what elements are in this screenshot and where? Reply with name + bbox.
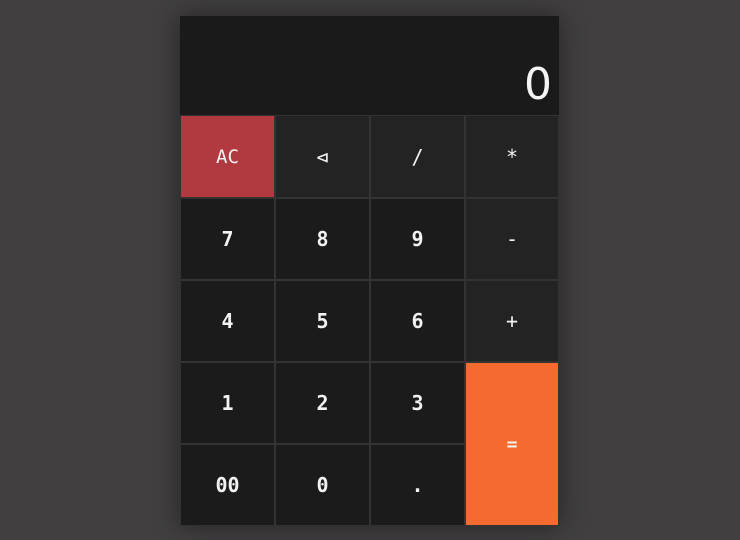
subtract-button[interactable]: -: [465, 198, 559, 280]
clear-button[interactable]: AC: [180, 115, 275, 198]
digit-3-button[interactable]: 3: [370, 362, 465, 444]
multiply-button[interactable]: *: [465, 115, 559, 198]
keypad: AC ⊲ / * 7 8 9 - 4 5 6 + 1 2 3 = 00 0 .: [180, 115, 559, 526]
digit-1-button[interactable]: 1: [180, 362, 275, 444]
divide-button[interactable]: /: [370, 115, 465, 198]
display-value: 0: [524, 59, 552, 110]
digit-7-button[interactable]: 7: [180, 198, 275, 280]
backspace-icon: ⊲: [316, 144, 329, 169]
display-panel: 0: [180, 16, 559, 115]
digit-5-button[interactable]: 5: [275, 280, 370, 362]
calculator: 0 AC ⊲ / * 7 8 9 - 4 5 6 + 1 2 3 = 00 0 …: [180, 16, 559, 526]
digit-4-button[interactable]: 4: [180, 280, 275, 362]
digit-6-button[interactable]: 6: [370, 280, 465, 362]
backspace-button[interactable]: ⊲: [275, 115, 370, 198]
decimal-button[interactable]: .: [370, 444, 465, 526]
digit-8-button[interactable]: 8: [275, 198, 370, 280]
digit-0-button[interactable]: 0: [275, 444, 370, 526]
digit-9-button[interactable]: 9: [370, 198, 465, 280]
double-zero-button[interactable]: 00: [180, 444, 275, 526]
equals-button[interactable]: =: [465, 362, 559, 526]
add-button[interactable]: +: [465, 280, 559, 362]
digit-2-button[interactable]: 2: [275, 362, 370, 444]
